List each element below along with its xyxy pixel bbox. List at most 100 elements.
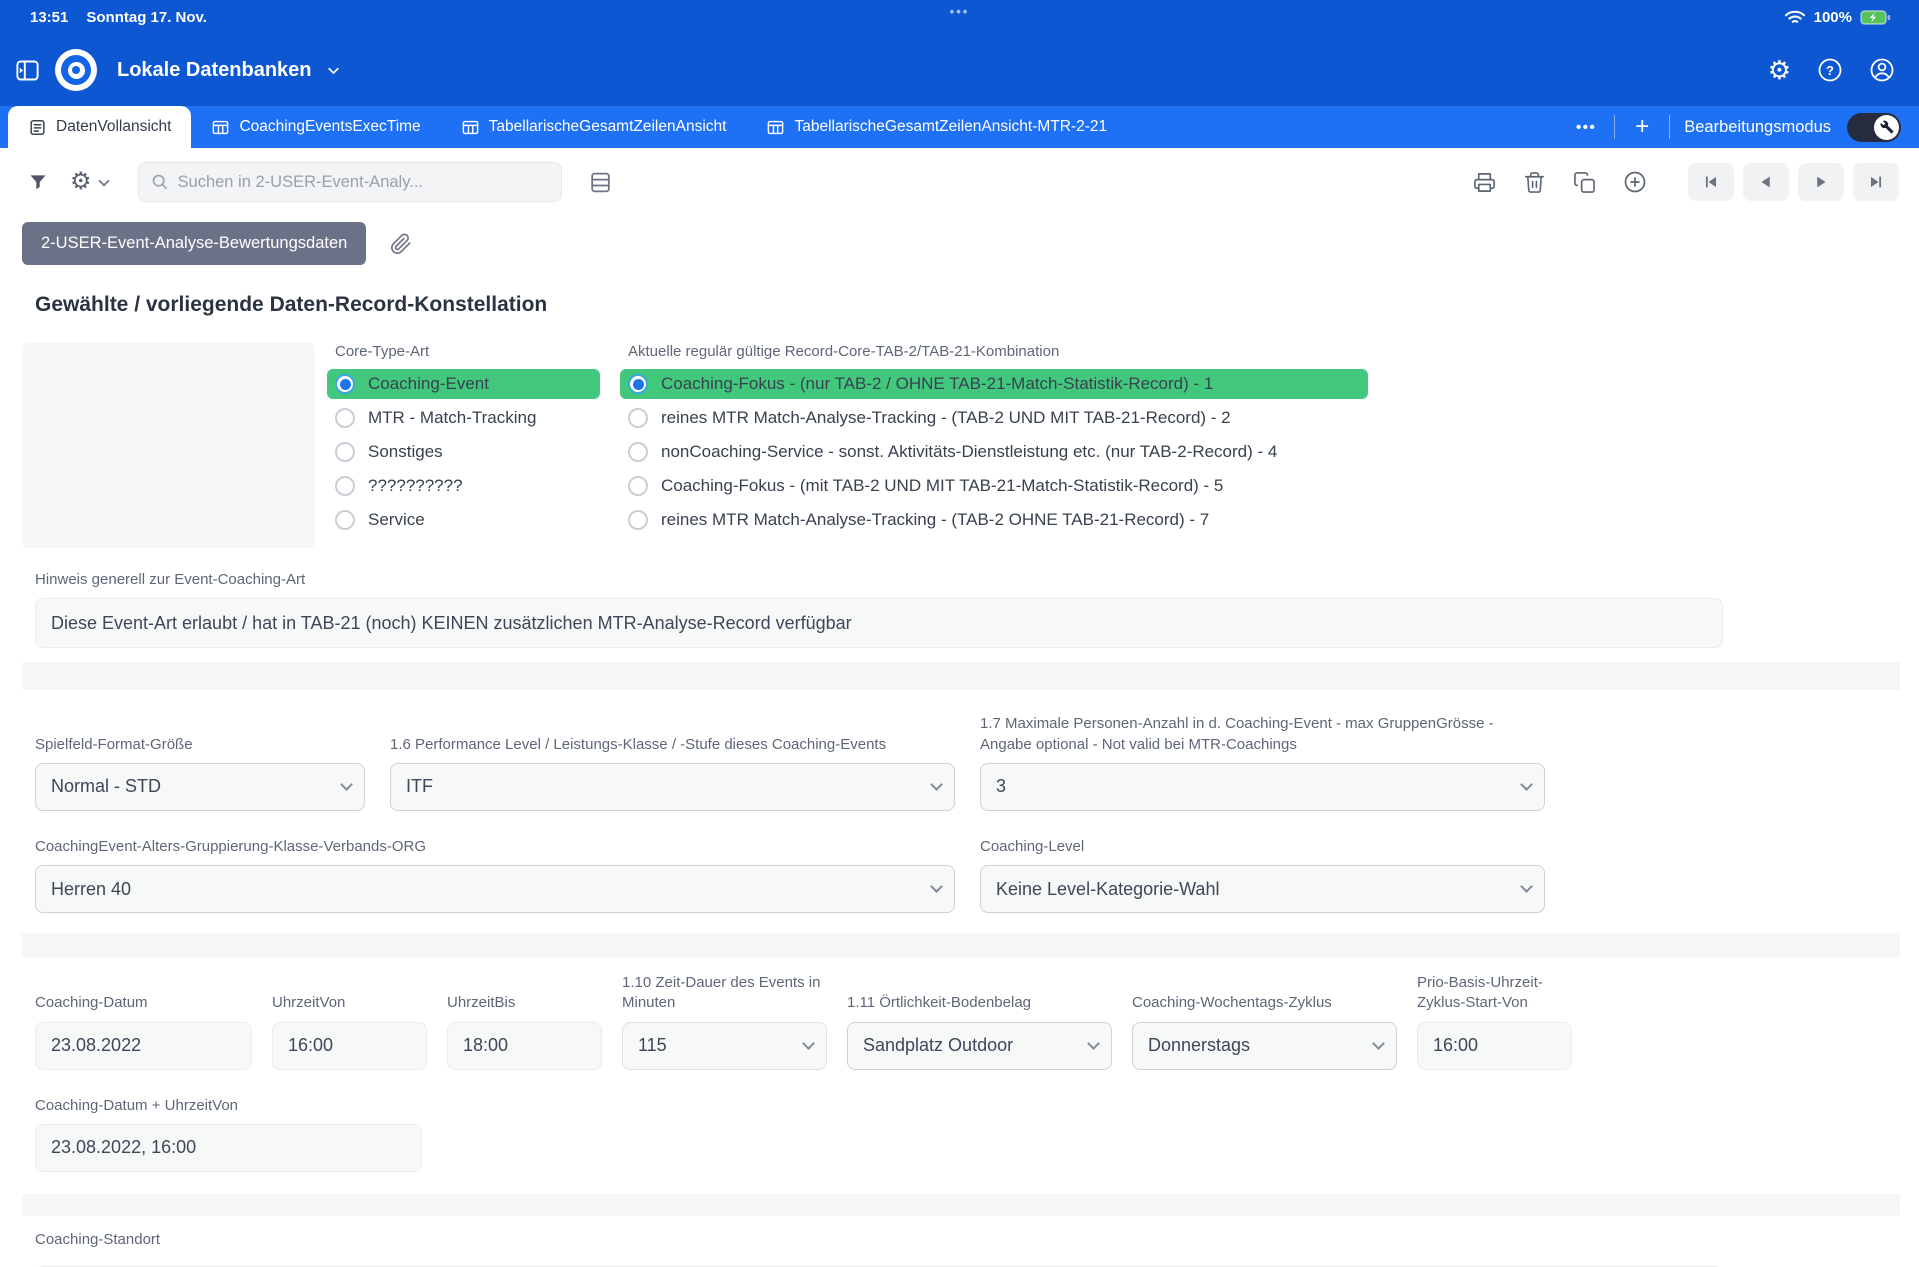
field-label: Coaching-Datum + UhrzeitVon xyxy=(35,1096,422,1116)
battery-percent: 100% xyxy=(1814,9,1852,26)
tab-label: CoachingEventsExecTime xyxy=(239,118,420,136)
radio-icon xyxy=(335,442,355,462)
help-icon[interactable]: ? xyxy=(1817,57,1843,83)
record-constellation-zone: Core-Type-Art Coaching-Event MTR - Match… xyxy=(0,343,1919,548)
tab-coachingeventsexectime[interactable]: CoachingEventsExecTime xyxy=(191,106,440,148)
edit-mode-label: Bearbeitungsmodus xyxy=(1684,118,1831,137)
coaching-datum-input[interactable]: 23.08.2022 xyxy=(35,1022,252,1070)
radio-option[interactable]: Service xyxy=(327,505,600,535)
radio-icon xyxy=(628,442,648,462)
search-icon xyxy=(151,173,169,191)
workspace-chevron-down-icon[interactable] xyxy=(326,63,341,78)
next-record-button[interactable] xyxy=(1798,163,1844,201)
more-tabs-button[interactable]: ••• xyxy=(1558,119,1614,136)
svg-text:?: ? xyxy=(1826,63,1834,78)
field-label: Prio-Basis-Uhrzeit-Zyklus-Start-Von xyxy=(1417,973,1572,1014)
coaching-level-dropdown[interactable]: Keine Level-Kategorie-Wahl xyxy=(980,865,1545,913)
account-icon[interactable] xyxy=(1869,57,1895,83)
field-label: Core-Type-Art xyxy=(327,343,600,360)
alters-gruppe-dropdown[interactable]: Herren 40 xyxy=(35,865,955,913)
section-divider xyxy=(22,662,1900,690)
coaching-datum-field: Coaching-Datum 23.08.2022 xyxy=(35,993,252,1069)
radio-option[interactable]: reines MTR Match-Analyse-Tracking - (TAB… xyxy=(620,505,1368,535)
form-row: Spielfeld-Format-Größe Normal - STD 1.6 … xyxy=(0,714,1919,811)
prio-start-input[interactable]: 16:00 xyxy=(1417,1022,1572,1070)
chevron-down-icon xyxy=(1372,1037,1385,1050)
dropdown-value: ITF xyxy=(406,776,433,797)
form-view-icon xyxy=(28,118,47,137)
radio-option-label: reines MTR Match-Analyse-Tracking - (TAB… xyxy=(661,408,1231,428)
radio-option[interactable]: Sonstiges xyxy=(327,437,600,467)
performance-dropdown[interactable]: ITF xyxy=(390,763,955,811)
tab-tabellarischegesamtzeilenansicht[interactable]: TabellarischeGesamtZeilenAnsicht xyxy=(441,106,747,148)
performance-field: 1.6 Performance Level / Leistungs-Klasse… xyxy=(390,735,955,811)
previous-record-button[interactable] xyxy=(1743,163,1789,201)
sidebar-toggle-icon[interactable] xyxy=(14,57,41,84)
radio-option-label: Coaching-Fokus - (mit TAB-2 UND MIT TAB-… xyxy=(661,476,1223,496)
wifi-icon xyxy=(1784,9,1806,25)
field-label: Coaching-Wochentags-Zyklus xyxy=(1132,993,1397,1013)
uhrzeit-bis-input[interactable]: 18:00 xyxy=(447,1022,602,1070)
tab-tabellarischegesamtzeilenansicht-mtr-2-21[interactable]: TabellarischeGesamtZeilenAnsicht-MTR-2-2… xyxy=(746,106,1127,148)
multitask-dots[interactable]: ••• xyxy=(950,4,970,19)
field-label: 1.7 Maximale Personen-Anzahl in d. Coach… xyxy=(980,714,1545,755)
first-record-button[interactable] xyxy=(1688,163,1734,201)
print-icon[interactable] xyxy=(1473,171,1496,194)
wochentag-dropdown[interactable]: Donnerstags xyxy=(1132,1022,1397,1070)
dropdown-value: Normal - STD xyxy=(51,776,161,797)
dauer-dropdown[interactable]: 115 xyxy=(622,1022,827,1070)
spielfeld-dropdown[interactable]: Normal - STD xyxy=(35,763,365,811)
last-record-button[interactable] xyxy=(1853,163,1899,201)
form-row: CoachingEvent-Alters-Gruppierung-Klasse-… xyxy=(0,837,1919,913)
radio-option[interactable]: Coaching-Fokus - (mit TAB-2 UND MIT TAB-… xyxy=(620,471,1368,501)
dauer-field: 1.10 Zeit-Dauer des Events in Minuten 11… xyxy=(622,973,827,1070)
field-label: Aktuelle regulär gültige Record-Core-TAB… xyxy=(620,343,1368,360)
dropdown-value: Keine Level-Kategorie-Wahl xyxy=(996,879,1219,900)
table-view-icon xyxy=(766,118,785,137)
filter-icon[interactable] xyxy=(28,172,48,192)
record-toolbar: ⚙ Suchen in 2-USER-Event-Analy... xyxy=(0,148,1919,216)
row-layout-icon[interactable] xyxy=(588,170,613,195)
attachment-paperclip-icon[interactable] xyxy=(390,233,412,255)
standort-field: Coaching-Standort TC Büchlberg xyxy=(35,1230,1723,1267)
radio-option[interactable]: ?????????? xyxy=(327,471,600,501)
add-tab-button[interactable]: + xyxy=(1615,115,1669,139)
radio-option[interactable]: Coaching-Fokus - (nur TAB-2 / OHNE TAB-2… xyxy=(620,369,1368,399)
search-input[interactable]: Suchen in 2-USER-Event-Analy... xyxy=(138,162,562,202)
chevron-down-icon[interactable] xyxy=(98,175,109,186)
field-label: Hinweis generell zur Event-Coaching-Art xyxy=(35,570,1919,590)
duplicate-record-icon[interactable] xyxy=(1573,171,1596,194)
datum-uhrzeit-input[interactable]: 23.08.2022, 16:00 xyxy=(35,1124,422,1172)
radio-option[interactable]: reines MTR Match-Analyse-Tracking - (TAB… xyxy=(620,403,1368,433)
edit-mode-toggle[interactable] xyxy=(1847,113,1901,142)
hinweis-field: Hinweis generell zur Event-Coaching-Art … xyxy=(35,570,1919,648)
search-placeholder: Suchen in 2-USER-Event-Analy... xyxy=(178,173,423,192)
radio-option[interactable]: nonCoaching-Service - sonst. Aktivitäts-… xyxy=(620,437,1368,467)
settings-gear-icon[interactable]: ⚙ xyxy=(1768,57,1791,83)
tab-datenvollansicht[interactable]: DatenVollansicht xyxy=(8,106,191,148)
dropdown-value: Herren 40 xyxy=(51,879,131,900)
dropdown-value: Sandplatz Outdoor xyxy=(863,1035,1013,1056)
view-settings-gear-icon[interactable]: ⚙ xyxy=(70,170,92,194)
field-label: Coaching-Standort xyxy=(35,1230,1723,1250)
radio-option[interactable]: MTR - Match-Tracking xyxy=(327,403,600,433)
bodenbelag-dropdown[interactable]: Sandplatz Outdoor xyxy=(847,1022,1112,1070)
uhrzeit-von-input[interactable]: 16:00 xyxy=(272,1022,427,1070)
app-window: 13:51 Sonntag 17. Nov. ••• 100% xyxy=(0,0,1919,1267)
coaching-level-field: Coaching-Level Keine Level-Kategorie-Wah… xyxy=(980,837,1545,913)
max-personen-dropdown[interactable]: 3 xyxy=(980,763,1545,811)
image-placeholder[interactable] xyxy=(22,343,315,548)
prio-start-field: Prio-Basis-Uhrzeit-Zyklus-Start-Von 16:0… xyxy=(1417,973,1572,1070)
bodenbelag-field: 1.11 Örtlichkeit-Bodenbelag Sandplatz Ou… xyxy=(847,993,1112,1069)
delete-record-icon[interactable] xyxy=(1523,171,1546,194)
form-content: Gewählte / vorliegende Daten-Record-Kons… xyxy=(0,277,1919,1267)
radio-option[interactable]: Coaching-Event xyxy=(327,369,600,399)
hinweis-input[interactable]: Diese Event-Art erlaubt / hat in TAB-21 … xyxy=(35,598,1723,648)
workspace-title[interactable]: Lokale Datenbanken xyxy=(117,59,312,82)
add-record-icon[interactable] xyxy=(1623,170,1647,194)
radio-option-label: MTR - Match-Tracking xyxy=(368,408,536,428)
ninox-logo[interactable] xyxy=(55,49,97,91)
field-label: 1.10 Zeit-Dauer des Events in Minuten xyxy=(622,973,827,1014)
table-name-button[interactable]: 2-USER-Event-Analyse-Bewertungsdaten xyxy=(22,222,366,265)
record-combination-radio-group: Aktuelle regulär gültige Record-Core-TAB… xyxy=(620,343,1368,548)
